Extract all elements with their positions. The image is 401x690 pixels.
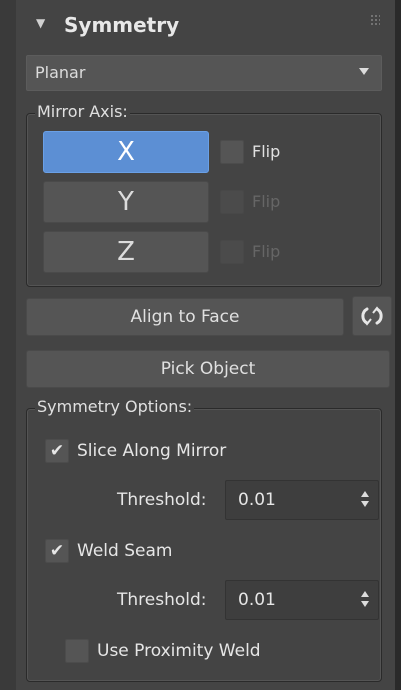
flip-x-checkbox[interactable] (220, 140, 244, 164)
flip-z-label: Flip (252, 242, 281, 261)
left-strip (0, 0, 16, 690)
mode-dropdown[interactable]: Planar (26, 55, 382, 91)
slice-along-mirror-checkbox[interactable]: ✔ (45, 439, 69, 463)
weld-threshold-label: Threshold: (117, 590, 207, 610)
rollout-title: Symmetry (64, 13, 180, 37)
symmetry-panel: ▼ Symmetry Planar Mirror Axis: X Flip Y … (16, 0, 395, 690)
weld-seam-checkbox[interactable]: ✔ (45, 539, 69, 563)
use-proximity-weld-checkbox[interactable] (65, 639, 89, 663)
slice-threshold-value: 0.01 (238, 490, 276, 510)
flip-z-checkbox[interactable] (220, 240, 244, 264)
rollout-header[interactable]: ▼ Symmetry (26, 10, 388, 46)
align-to-face-button[interactable]: Align to Face (26, 298, 344, 336)
collapse-arrow-icon[interactable]: ▼ (36, 16, 45, 30)
use-proximity-weld-label: Use Proximity Weld (97, 641, 261, 661)
flip-y-label: Flip (252, 192, 281, 211)
slice-threshold-label: Threshold: (117, 490, 207, 510)
chevron-down-icon (359, 68, 369, 75)
spinner-arrows-icon[interactable] (360, 591, 370, 609)
flip-y-checkbox[interactable] (220, 190, 244, 214)
slice-threshold-spinner[interactable]: 0.01 (225, 480, 379, 520)
symmetry-options-label: Symmetry Options: (35, 397, 195, 416)
pick-object-button[interactable]: Pick Object (26, 350, 390, 388)
grip-icon[interactable] (370, 14, 380, 26)
symmetry-options-group: Symmetry Options: ✔ Slice Along Mirror T… (26, 397, 382, 682)
axis-y-button[interactable]: Y (43, 181, 209, 223)
right-scrollbar-track[interactable] (395, 0, 401, 690)
weld-threshold-spinner[interactable]: 0.01 (225, 580, 379, 620)
mirror-axis-group: Mirror Axis: X Flip Y Flip Z Flip (26, 102, 382, 287)
weld-threshold-value: 0.01 (238, 590, 276, 610)
slice-along-mirror-label: Slice Along Mirror (77, 441, 227, 461)
axis-z-button[interactable]: Z (43, 231, 209, 273)
mirror-axis-label: Mirror Axis: (35, 102, 130, 121)
refresh-icon[interactable] (352, 296, 392, 336)
flip-x-label: Flip (252, 142, 281, 161)
axis-x-button[interactable]: X (43, 131, 209, 173)
weld-seam-label: Weld Seam (77, 541, 173, 561)
spinner-arrows-icon[interactable] (360, 491, 370, 509)
mode-dropdown-value: Planar (35, 63, 86, 82)
